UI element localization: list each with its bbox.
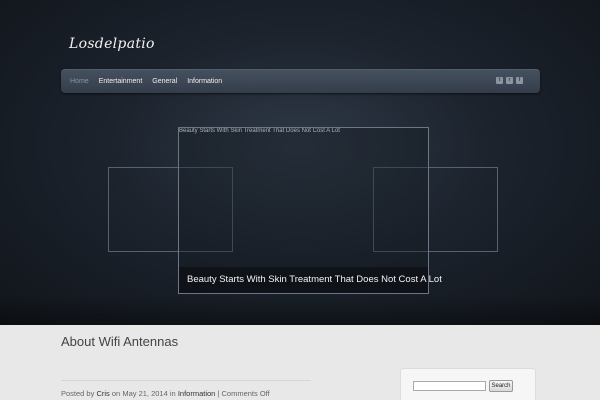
- post-meta-separator: |: [217, 389, 220, 398]
- slide-caption[interactable]: Beauty Starts With Skin Treatment That D…: [179, 267, 442, 293]
- post-divider: [61, 380, 311, 381]
- post-meta-in: in: [169, 389, 176, 398]
- nav-item-information[interactable]: Information: [187, 78, 222, 85]
- site-logo[interactable]: Losdelpatio: [69, 36, 155, 52]
- twitter-icon[interactable]: t: [496, 77, 503, 84]
- post-title[interactable]: About Wifi Antennas: [61, 334, 178, 349]
- social-links: t r f: [496, 77, 523, 84]
- post-meta-posted-by: Posted by: [61, 389, 95, 398]
- post-date: May 21, 2014: [122, 389, 168, 398]
- hero-header: Losdelpatio Home Entertainment General I…: [0, 0, 600, 325]
- slider-current-slide[interactable]: Beauty Starts With Skin Treatment That D…: [178, 127, 442, 294]
- sidebar-search-widget: Search: [400, 368, 536, 400]
- slide-image-alt-text: Beauty Starts With Skin Treatment That D…: [179, 128, 340, 134]
- facebook-icon[interactable]: f: [516, 77, 523, 84]
- post-author-link[interactable]: Cris: [96, 389, 109, 398]
- nav-item-home[interactable]: Home: [70, 78, 89, 85]
- nav-item-entertainment[interactable]: Entertainment: [99, 78, 143, 85]
- nav-menu: Home Entertainment General Information: [70, 69, 222, 93]
- search-input[interactable]: [413, 381, 486, 391]
- post-category-link[interactable]: Information: [178, 389, 216, 398]
- post-meta-on: on: [111, 389, 121, 398]
- main-navigation: Home Entertainment General Information t…: [61, 69, 540, 93]
- post-comments: Comments Off: [221, 389, 270, 398]
- rss-icon[interactable]: r: [506, 77, 513, 84]
- search-button[interactable]: Search: [489, 380, 513, 392]
- nav-item-general[interactable]: General: [152, 78, 177, 85]
- post-meta: Posted by Cris on May 21, 2014 in Inform…: [61, 389, 270, 398]
